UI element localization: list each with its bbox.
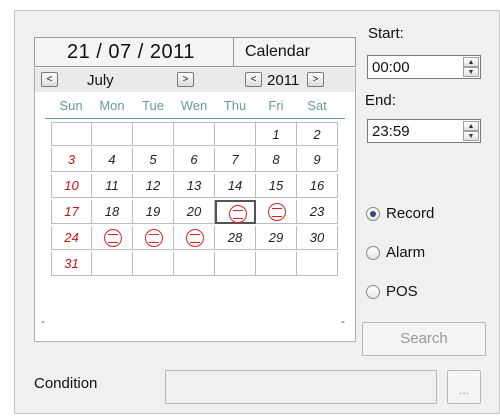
start-time-value: 00:00 bbox=[372, 59, 410, 76]
empty-day-cell bbox=[215, 122, 256, 146]
day-cell[interactable]: 1 bbox=[256, 122, 297, 146]
day-cell[interactable]: 29 bbox=[256, 226, 297, 250]
record-marker-icon bbox=[229, 205, 247, 223]
radio-record[interactable] bbox=[366, 207, 380, 221]
day-cell[interactable]: 8 bbox=[256, 148, 297, 172]
day-cell[interactable]: 2 bbox=[297, 122, 338, 146]
day-cell[interactable]: 13 bbox=[174, 174, 215, 198]
end-down-arrow-icon[interactable]: ▼ bbox=[463, 131, 479, 141]
day-cell[interactable]: 11 bbox=[92, 174, 133, 198]
end-label: End: bbox=[365, 92, 396, 109]
day-cell[interactable]: 28 bbox=[215, 226, 256, 250]
day-cell[interactable] bbox=[174, 226, 215, 250]
day-cell[interactable]: 12 bbox=[133, 174, 174, 198]
day-cell[interactable]: 6 bbox=[174, 148, 215, 172]
record-marker-icon bbox=[104, 229, 122, 247]
empty-day-cell bbox=[92, 252, 133, 276]
end-time-input[interactable]: 23:59 ▲ ▼ bbox=[367, 119, 481, 143]
next-month-button[interactable]: > bbox=[177, 72, 194, 87]
day-cell[interactable]: 16 bbox=[297, 174, 338, 198]
start-time-input[interactable]: 00:00 ▲ ▼ bbox=[367, 55, 481, 79]
radio-label-record[interactable]: Record bbox=[386, 205, 434, 222]
day-cell[interactable] bbox=[92, 226, 133, 250]
end-time-value: 23:59 bbox=[372, 123, 410, 140]
radio-pos[interactable] bbox=[366, 285, 380, 299]
day-cell[interactable] bbox=[133, 226, 174, 250]
end-time-spinner: ▲ ▼ bbox=[463, 121, 479, 141]
weekday-header: Mon bbox=[99, 98, 125, 113]
day-cell[interactable]: 19 bbox=[133, 200, 174, 224]
day-cell[interactable] bbox=[256, 200, 297, 224]
day-cell[interactable]: 3 bbox=[51, 148, 92, 172]
day-cell[interactable]: 9 bbox=[297, 148, 338, 172]
condition-input[interactable] bbox=[165, 370, 437, 404]
next-year-button[interactable]: > bbox=[307, 72, 324, 87]
search-button[interactable]: Search bbox=[362, 322, 486, 356]
left-dash: - bbox=[41, 314, 45, 328]
empty-day-cell bbox=[133, 252, 174, 276]
radio-alarm[interactable] bbox=[366, 246, 380, 260]
weekday-header: Tue bbox=[142, 98, 164, 113]
calendar-label: Calendar bbox=[245, 43, 310, 60]
empty-day-cell bbox=[51, 122, 92, 146]
end-up-arrow-icon[interactable]: ▲ bbox=[463, 121, 479, 131]
day-cell[interactable]: 17 bbox=[51, 200, 92, 224]
weekday-header: Wen bbox=[180, 98, 208, 113]
year-label: 2011 bbox=[267, 72, 300, 89]
right-dash: - bbox=[341, 314, 345, 328]
weekday-divider bbox=[45, 118, 345, 119]
day-cell[interactable]: 24 bbox=[51, 226, 92, 250]
prev-month-button[interactable]: < bbox=[41, 72, 58, 87]
empty-day-cell bbox=[174, 122, 215, 146]
day-cell[interactable]: 4 bbox=[92, 148, 133, 172]
day-cell[interactable]: 7 bbox=[215, 148, 256, 172]
start-up-arrow-icon[interactable]: ▲ bbox=[463, 57, 479, 67]
empty-day-cell bbox=[174, 252, 215, 276]
selected-date: 21 / 07 / 2011 bbox=[67, 41, 195, 63]
day-cell[interactable]: 18 bbox=[92, 200, 133, 224]
start-label: Start: bbox=[368, 25, 404, 42]
day-cell[interactable]: 15 bbox=[256, 174, 297, 198]
start-time-spinner: ▲ ▼ bbox=[463, 57, 479, 77]
day-cell[interactable]: 23 bbox=[297, 200, 338, 224]
empty-day-cell bbox=[256, 252, 297, 276]
day-cell[interactable]: 14 bbox=[215, 174, 256, 198]
calendar-nav: < July > < 2011 > bbox=[34, 68, 356, 92]
radio-label-alarm[interactable]: Alarm bbox=[386, 244, 425, 261]
record-marker-icon bbox=[145, 229, 163, 247]
date-header: 21 / 07 / 2011 Calendar bbox=[34, 37, 356, 67]
empty-day-cell bbox=[133, 122, 174, 146]
day-cell[interactable]: 10 bbox=[51, 174, 92, 198]
record-marker-icon bbox=[268, 203, 286, 221]
weekday-header: Thu bbox=[223, 98, 247, 113]
empty-day-cell bbox=[92, 122, 133, 146]
day-cell[interactable] bbox=[215, 200, 256, 224]
day-cell[interactable]: 20 bbox=[174, 200, 215, 224]
weekday-header: Fri bbox=[268, 98, 284, 113]
day-cell[interactable]: 31 bbox=[51, 252, 92, 276]
record-marker-icon bbox=[186, 229, 204, 247]
header-divider bbox=[233, 38, 234, 66]
condition-browse-button[interactable]: ... bbox=[447, 370, 481, 404]
weekday-header: Sun bbox=[59, 98, 83, 113]
calendar-grid: Sun Mon Tue Wen Thu Fri Sat 1 2 3 4 5 6 7 8 9 10 11 12 13 1… bbox=[34, 92, 356, 342]
empty-day-cell bbox=[215, 252, 256, 276]
weekday-header: Sat bbox=[307, 98, 327, 113]
condition-label: Condition bbox=[34, 375, 98, 392]
empty-day-cell bbox=[297, 252, 338, 276]
month-label: July bbox=[87, 72, 114, 89]
radio-label-pos[interactable]: POS bbox=[386, 283, 418, 300]
day-cell[interactable]: 30 bbox=[297, 226, 338, 250]
start-down-arrow-icon[interactable]: ▼ bbox=[463, 67, 479, 77]
prev-year-button[interactable]: < bbox=[245, 72, 262, 87]
day-cell[interactable]: 5 bbox=[133, 148, 174, 172]
